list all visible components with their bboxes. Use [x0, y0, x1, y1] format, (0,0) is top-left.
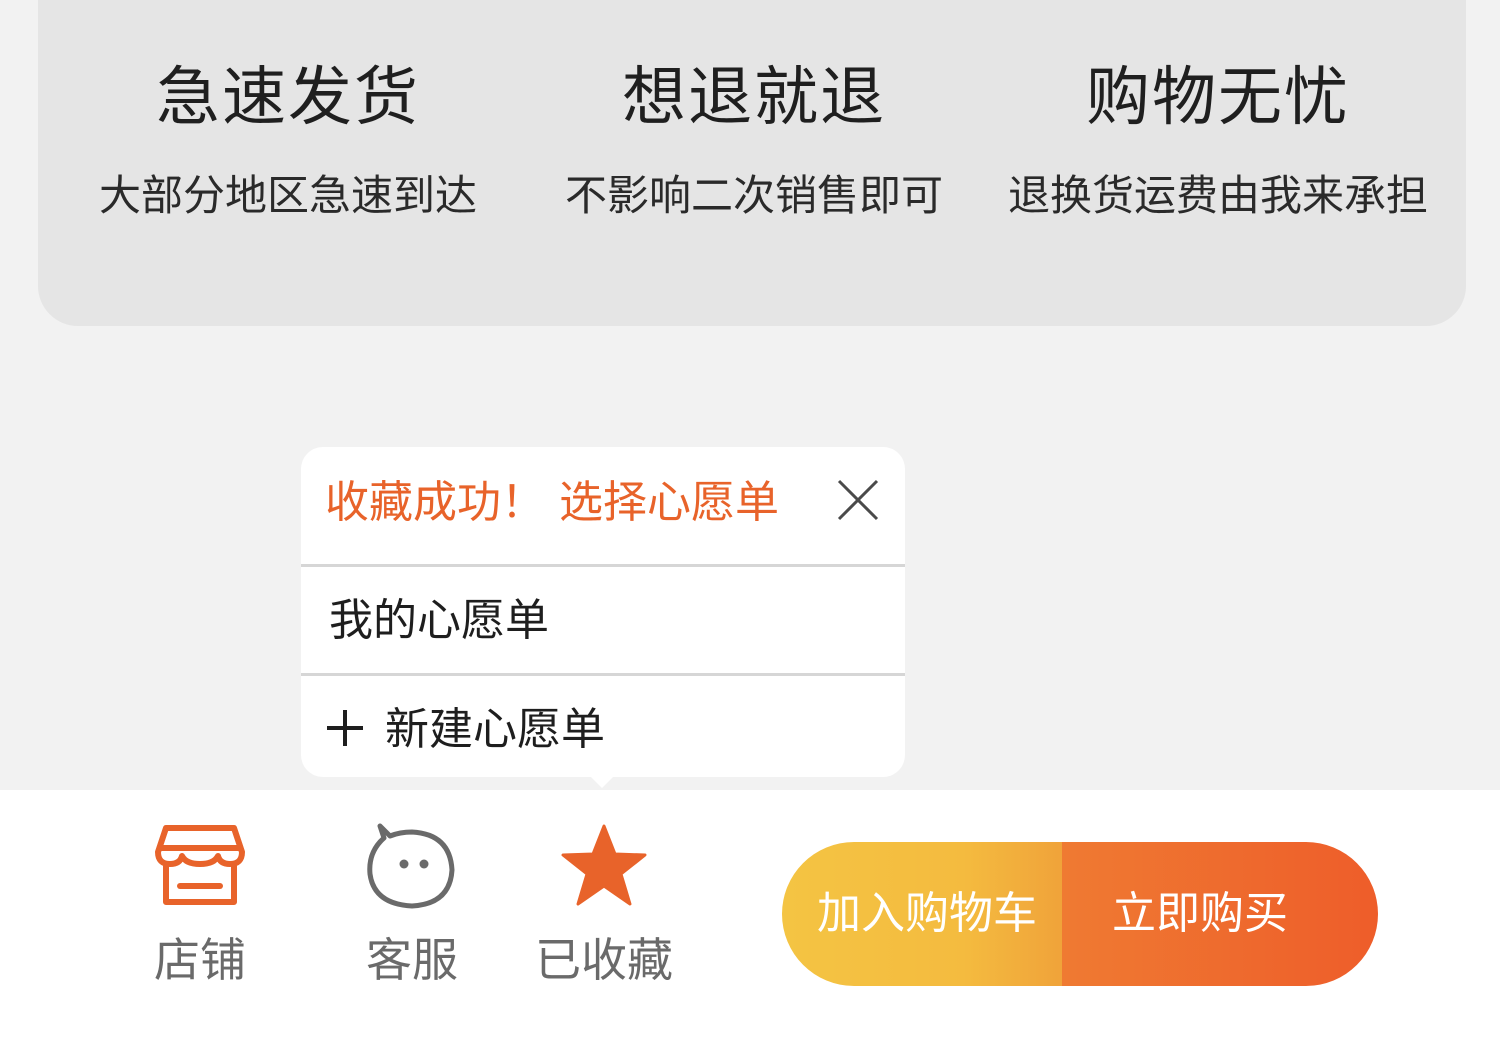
guarantee-title: 购物无忧	[1086, 61, 1350, 135]
guarantee-title: 急速发货	[156, 61, 420, 135]
plus-icon	[325, 708, 365, 748]
popover-header: 收藏成功！ 选择心愿单	[301, 447, 905, 567]
guarantee-subtitle: 不影响二次销售即可	[564, 171, 943, 220]
product-page: 急速发货 大部分地区急速到达 想退就退 不影响二次销售即可 购物无忧 退换货运费…	[0, 0, 1500, 1043]
tab-label: 店铺	[154, 933, 246, 987]
star-icon	[561, 824, 647, 906]
popover-arrow	[584, 770, 620, 788]
new-wishlist-button[interactable]: 新建心愿单	[301, 676, 905, 782]
tab-label: 已收藏	[535, 933, 673, 987]
tab-label: 客服	[366, 933, 458, 987]
wishlist-popover: 收藏成功！ 选择心愿单 我的心愿单 新建心愿单	[301, 447, 905, 777]
guarantee-title: 想退就退	[622, 61, 886, 135]
wishlist-item-label: 我的心愿单	[329, 595, 549, 646]
buy-now-button[interactable]: 立即购买	[1062, 842, 1378, 986]
tab-favorited[interactable]: 已收藏	[524, 790, 684, 1020]
popover-title: 收藏成功！ 选择心愿单	[325, 477, 779, 528]
tab-store[interactable]: 店铺	[130, 790, 270, 1020]
close-icon[interactable]	[835, 477, 881, 523]
service-guarantee-card: 急速发货 大部分地区急速到达 想退就退 不影响二次销售即可 购物无忧 退换货运费…	[38, 0, 1466, 326]
new-wishlist-label: 新建心愿单	[385, 704, 605, 755]
add-to-cart-button[interactable]: 加入购物车	[782, 842, 1062, 986]
tab-customer-service[interactable]: 客服	[342, 790, 482, 1020]
guarantee-subtitle: 大部分地区急速到达	[98, 171, 477, 220]
purchase-button-group: 加入购物车 立即购买	[782, 842, 1378, 986]
store-icon	[155, 825, 245, 905]
guarantee-subtitle: 退换货运费由我来承担	[1007, 171, 1428, 220]
bottom-action-bar: 店铺 客服 已收藏 加入购物车 立即购买	[0, 790, 1500, 1043]
wishlist-item-my-wishlist[interactable]: 我的心愿单	[301, 567, 905, 676]
chat-face-icon	[367, 823, 455, 909]
